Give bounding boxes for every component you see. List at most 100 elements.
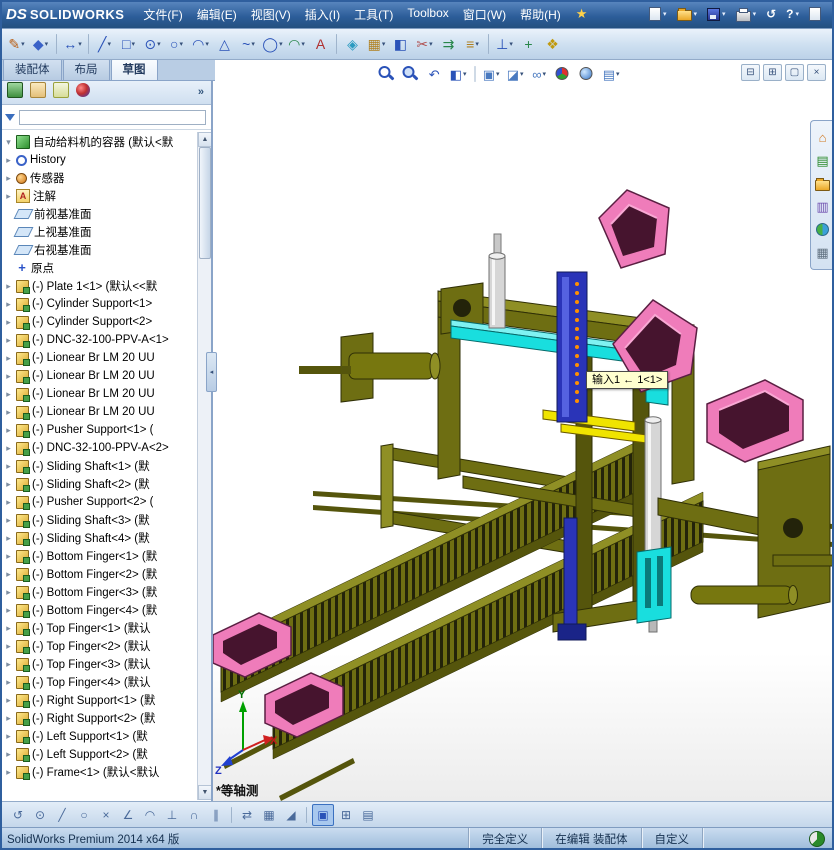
sketch-icon[interactable]: ✎ ▾ [5, 32, 28, 56]
sketch-fillet-icon[interactable]: ◠ ▾ [285, 32, 308, 56]
cyan-slide-block[interactable] [636, 546, 672, 624]
rapid-sketch-icon[interactable]: ❖ ▾ [541, 32, 564, 56]
menu-item[interactable]: 窗口(W) [456, 3, 513, 26]
displaymanager-tab-icon[interactable] [76, 82, 90, 102]
menu-item[interactable]: 工具(T) [347, 3, 400, 26]
tree-item[interactable]: ▸ (-) Sliding Shaft<3> (默 [2, 511, 196, 529]
spline-icon[interactable]: ~ ▾ [237, 32, 260, 56]
tree-item[interactable]: ▸ (-) Left Support<1> (默 [2, 727, 196, 745]
plane-tool-icon[interactable]: ◈ ▾ [341, 32, 364, 56]
tree-item[interactable]: ▸ (-) DNC-32-100-PPV-A<1> [2, 331, 196, 349]
repair-sketch-icon[interactable]: + ▾ [517, 32, 540, 56]
text-icon[interactable]: A ▾ [309, 32, 332, 56]
expand-arrow-icon[interactable]: ▸ [4, 479, 13, 490]
toolbar-separator[interactable] [231, 807, 232, 823]
tree-item[interactable]: 原点 [2, 259, 196, 277]
print-icon[interactable]: ▾ [733, 5, 760, 24]
tree-item[interactable]: ▸ (-) Pusher Support<2> ( [2, 493, 196, 511]
undo-view-icon[interactable]: ↺ [8, 805, 28, 825]
tree-item[interactable]: ▸ (-) Top Finger<2> (默认 [2, 637, 196, 655]
tree-scrollbar[interactable]: ▲ ▼ [197, 132, 211, 800]
appearances-icon[interactable] [814, 222, 831, 237]
grid-system-icon[interactable]: ⊞ [336, 805, 356, 825]
straight-slot-icon[interactable]: ⊙ ▾ [141, 32, 164, 56]
display-relations-icon[interactable]: ⊥ ▾ [493, 32, 516, 56]
tree-item[interactable]: ▸ History [2, 151, 196, 169]
snap-slope-icon[interactable]: ◢ [281, 805, 301, 825]
edit-appearance-icon[interactable]: ▾ [552, 64, 574, 84]
tree-item[interactable]: ▸ (-) Left Support<2> (默 [2, 745, 196, 763]
help-icon[interactable]: ? ▾ [783, 6, 802, 22]
close-pane-icon[interactable]: × [807, 64, 826, 81]
expand-arrow-icon[interactable]: ▸ [4, 425, 13, 436]
snap-tangent-icon[interactable]: ∩ [184, 805, 204, 825]
expand-arrow-icon[interactable]: ▸ [4, 299, 13, 310]
tree-item[interactable]: ▸ (-) Top Finger<4> (默认 [2, 673, 196, 691]
undo-icon[interactable]: ↺ ▾ [763, 6, 779, 22]
toolbar-separator[interactable] [306, 807, 307, 823]
tree-item[interactable]: 上视基准面 [2, 223, 196, 241]
zoom-fit-icon[interactable]: ▾ [375, 64, 397, 84]
centerpoint-arc-icon[interactable]: ◠ ▾ [189, 32, 212, 56]
tree-item[interactable]: ▸ (-) Pusher Support<1> ( [2, 421, 196, 439]
tree-item[interactable]: ▸ (-) Lionear Br LM 20 UU [2, 403, 196, 421]
panel-overflow-chevron[interactable]: » [198, 86, 204, 98]
expand-arrow-icon[interactable]: ▸ [4, 533, 13, 544]
configurationmanager-tab-icon[interactable] [53, 81, 69, 103]
tree-item[interactable]: ▸ (-) Plate 1<1> (默认<<默 [2, 277, 196, 295]
expand-arrow-icon[interactable]: ▸ [4, 281, 13, 292]
expand-arrow-icon[interactable]: ▸ [4, 389, 13, 400]
toolbar-separator[interactable]: ▾ [336, 34, 337, 54]
expand-arrow-icon[interactable]: ▸ [4, 605, 13, 616]
panel-splitter[interactable] [211, 58, 213, 802]
expand-arrow-icon[interactable]: ▸ [4, 767, 13, 778]
custom-status[interactable]: 自定义 [640, 828, 703, 850]
tree-item[interactable]: ▸ (-) Bottom Finger<3> (默 [2, 583, 196, 601]
3d-sketch-icon[interactable]: ◆ ▾ [29, 32, 52, 56]
tree-item[interactable]: ▸ (-) Bottom Finger<4> (默 [2, 601, 196, 619]
tree-item[interactable]: ▸ (-) Frame<1> (默认<默认 [2, 763, 196, 781]
expand-arrow-icon[interactable]: ▸ [4, 335, 13, 346]
commandmanager-tab[interactable]: 草图 [110, 58, 158, 80]
expand-arrow-icon[interactable]: ▸ [4, 407, 13, 418]
expand-arrow-icon[interactable]: ▸ [4, 677, 13, 688]
expand-arrow-icon[interactable]: ▸ [4, 191, 13, 202]
offset-entities-icon[interactable]: ≡ ▾ [461, 32, 484, 56]
tree-item[interactable]: ▸ (-) DNC-32-100-PPV-A<2> [2, 439, 196, 457]
tree-item[interactable]: ▸ (-) Lionear Br LM 20 UU [2, 385, 196, 403]
featuremanager-tree-icon[interactable] [7, 81, 23, 103]
pneumatic-cylinder-1[interactable] [488, 252, 506, 329]
tree-item[interactable]: ▸ (-) Cylinder Support<2> [2, 313, 196, 331]
tree-item[interactable]: ▸ (-) Sliding Shaft<1> (默 [2, 457, 196, 475]
tree-item[interactable]: ▸ (-) Top Finger<3> (默认 [2, 655, 196, 673]
tree-item[interactable]: ▸ (-) Sliding Shaft<4> (默 [2, 529, 196, 547]
snap-angle-icon[interactable]: ∠ [118, 805, 138, 825]
save-icon[interactable]: ▾ [704, 6, 729, 23]
tree-item[interactable]: ▸ (-) Cylinder Support<1> [2, 295, 196, 313]
expand-arrow-icon[interactable]: ▸ [4, 641, 13, 652]
menu-item[interactable]: 帮助(H) [513, 3, 568, 26]
toolbar-separator[interactable]: ▾ [488, 34, 489, 54]
expand-arrow-icon[interactable]: ▸ [4, 155, 13, 166]
expand-arrow-icon[interactable]: ▸ [4, 587, 13, 598]
snap-intersection-icon[interactable]: × [96, 805, 116, 825]
expand-arrow-icon[interactable]: ▸ [4, 695, 13, 706]
commandmanager-tab[interactable]: 装配体 [3, 58, 62, 80]
view-orientation-icon[interactable]: ▣ ▾ [480, 64, 502, 84]
smart-dimension-icon[interactable]: ↔ ▾ [61, 32, 84, 56]
pink-container-right[interactable] [706, 379, 804, 463]
model-canvas[interactable]: Y X Z [213, 58, 834, 802]
expand-arrow-icon[interactable]: ▸ [4, 749, 13, 760]
viewport-single-icon[interactable]: ⊟ [741, 64, 760, 81]
scroll-up-icon[interactable]: ▲ [198, 132, 211, 147]
section-view-icon[interactable]: ◧ ▾ [447, 64, 469, 84]
snap-circle-icon[interactable]: ○ [74, 805, 94, 825]
graphics-area[interactable]: Y X Z ▾ ▾ ↶ ▾ ◧ ▾ [213, 58, 834, 802]
panel-splitter-handle[interactable]: ◂ [206, 352, 217, 392]
snap-line-icon[interactable]: ╱ [52, 805, 72, 825]
toolbar-separator[interactable]: ▾ [474, 66, 476, 82]
trim-entities-icon[interactable]: ✂ ▾ [413, 32, 436, 56]
snap-point-icon[interactable]: ⊙ [30, 805, 50, 825]
propertymanager-tab-icon[interactable] [30, 81, 46, 103]
new-document-icon[interactable]: ▾ [646, 5, 670, 23]
